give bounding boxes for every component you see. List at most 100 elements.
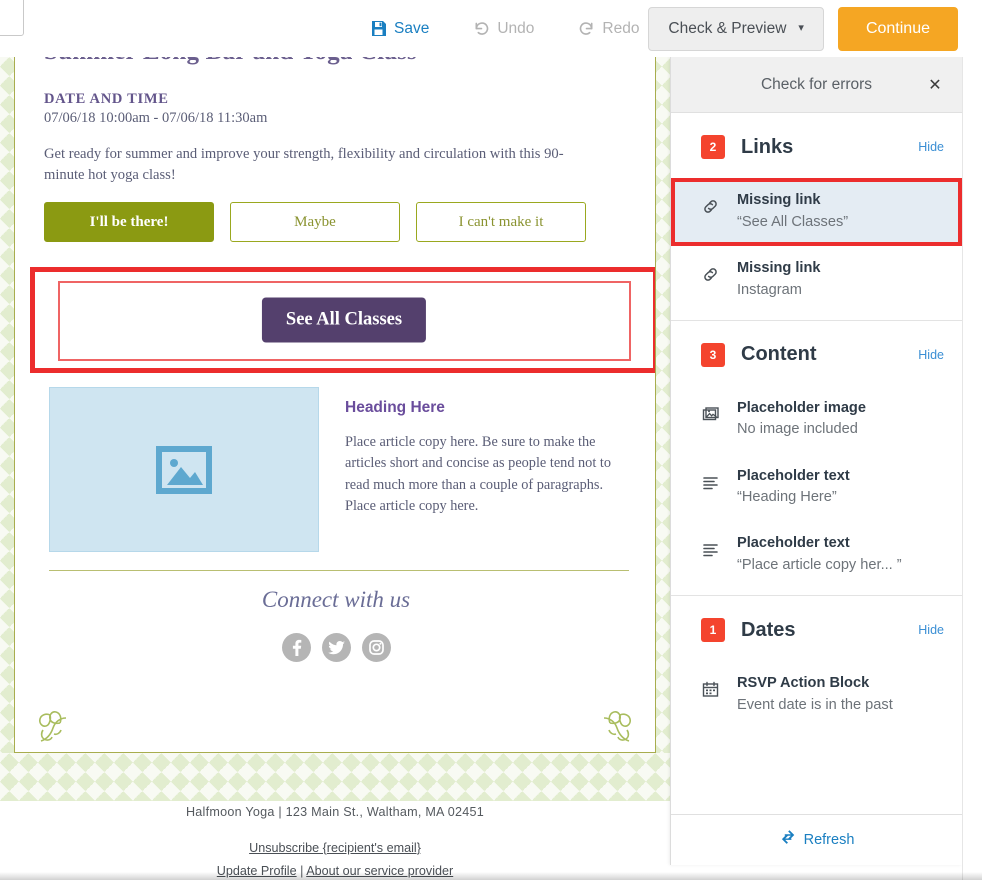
error-item-placeholder-text-article[interactable]: Placeholder text “Place article copy her… bbox=[671, 521, 962, 590]
redo-button[interactable]: Redo bbox=[556, 9, 661, 49]
error-item-text: Missing link “See All Classes” bbox=[737, 191, 848, 233]
article-body: Place article copy here. Be sure to make… bbox=[345, 434, 612, 515]
save-button[interactable]: Save bbox=[348, 9, 451, 49]
email-background-pattern-bottom bbox=[0, 753, 670, 801]
undo-icon bbox=[473, 20, 490, 37]
error-item-text: RSVP Action Block Event date is in the p… bbox=[737, 674, 893, 716]
undo-button[interactable]: Undo bbox=[451, 9, 556, 49]
undo-label: Undo bbox=[497, 19, 535, 37]
email-blurb: Get ready for summer and improve your st… bbox=[44, 146, 564, 184]
instagram-icon[interactable] bbox=[361, 633, 391, 662]
error-item-subtitle: “Heading Here” bbox=[737, 489, 837, 506]
article-heading: Heading Here bbox=[345, 399, 445, 416]
panel-scroll-region: 2 Links Hide Missing link “See All Class… bbox=[671, 113, 962, 813]
save-label: Save bbox=[394, 19, 430, 37]
error-item-title: RSVP Action Block bbox=[737, 675, 870, 692]
dates-section-title: Dates bbox=[741, 618, 796, 641]
section-header-links: 2 Links Hide bbox=[671, 113, 962, 178]
email-content-top: Summer Long Bar and Yoga Class DATE AND … bbox=[15, 57, 655, 243]
error-item-title: Missing link bbox=[737, 192, 821, 208]
placeholder-image[interactable] bbox=[49, 387, 319, 552]
article-block: Heading Here Place article copy here. Be… bbox=[49, 387, 629, 552]
app-root: Save Undo Redo Check & Preview ▾ Continu… bbox=[0, 0, 982, 880]
email-footer: Halfmoon Yoga | 123 Main St., Waltham, M… bbox=[0, 805, 670, 880]
error-item-subtitle: Instagram bbox=[737, 281, 802, 298]
dates-count-badge: 1 bbox=[701, 618, 725, 643]
divider-rule bbox=[49, 570, 629, 571]
dates-hide-link[interactable]: Hide bbox=[918, 623, 944, 637]
unsubscribe-link[interactable]: Unsubscribe {recipient's email} bbox=[249, 841, 421, 855]
image-placeholder-icon bbox=[156, 445, 212, 494]
footer-address: Halfmoon Yoga | 123 Main St., Waltham, M… bbox=[185, 805, 485, 819]
redo-label: Redo bbox=[602, 19, 640, 37]
email-title-clipped: Summer Long Bar and Yoga Class bbox=[44, 57, 626, 77]
toolbar-action-group: Save Undo Redo bbox=[348, 0, 661, 57]
rsvp-button-row: I'll be there! Maybe I can't make it bbox=[44, 202, 626, 243]
vine-flourish-left-icon bbox=[37, 699, 83, 750]
error-item-text: Placeholder image No image included bbox=[737, 399, 866, 441]
calendar-icon bbox=[701, 680, 727, 699]
see-all-classes-block-highlight[interactable]: See All Classes bbox=[30, 267, 655, 373]
error-item-subtitle: Event date is in the past bbox=[737, 696, 893, 713]
see-all-classes-button[interactable]: See All Classes bbox=[261, 297, 427, 343]
error-item-title: Placeholder text bbox=[737, 467, 850, 484]
continue-button[interactable]: Continue bbox=[837, 6, 958, 51]
error-item-placeholder-image[interactable]: Placeholder image No image included bbox=[671, 385, 962, 454]
refresh-button[interactable]: Refresh bbox=[671, 814, 963, 865]
error-item-text: Placeholder text “Place article copy her… bbox=[737, 534, 902, 576]
twitter-icon[interactable] bbox=[321, 633, 351, 662]
text-lines-icon bbox=[701, 473, 727, 492]
error-item-text: Missing link Instagram bbox=[737, 259, 821, 301]
check-for-errors-panel: Check for errors ✕ 2 Links Hide Missing … bbox=[670, 57, 963, 865]
content-count-badge: 3 bbox=[701, 342, 725, 367]
rsvp-maybe-button[interactable]: Maybe bbox=[230, 202, 400, 243]
date-and-time-label: DATE AND TIME bbox=[44, 91, 169, 107]
email-body: Summer Long Bar and Yoga Class DATE AND … bbox=[14, 57, 656, 753]
error-item-subtitle: “Place article copy her... ” bbox=[737, 557, 902, 574]
error-item-missing-link-see-all-classes[interactable]: Missing link “See All Classes” bbox=[671, 178, 962, 246]
rsvp-yes-button[interactable]: I'll be there! bbox=[44, 202, 214, 243]
article-text: Heading Here Place article copy here. Be… bbox=[345, 387, 617, 552]
close-icon[interactable]: ✕ bbox=[922, 72, 948, 98]
social-icons-row bbox=[15, 633, 655, 662]
links-count-badge: 2 bbox=[701, 135, 725, 159]
refresh-label: Refresh bbox=[803, 832, 855, 848]
links-section-title: Links bbox=[741, 135, 794, 158]
connect-with-us-heading: Connect with us bbox=[261, 587, 411, 612]
section-header-dates: 1 Dates Hide bbox=[671, 596, 962, 662]
link-icon bbox=[701, 265, 727, 284]
check-and-preview-button[interactable]: Check & Preview ▾ bbox=[648, 6, 824, 51]
page-right-edge bbox=[962, 0, 982, 880]
error-item-text: Placeholder text “Heading Here” bbox=[737, 467, 850, 509]
page-bottom-shadow bbox=[0, 872, 982, 880]
link-icon bbox=[701, 197, 727, 216]
error-item-placeholder-text-heading[interactable]: Placeholder text “Heading Here” bbox=[671, 453, 962, 522]
section-header-content: 3 Content Hide bbox=[671, 320, 962, 386]
chevron-down-icon: ▾ bbox=[798, 22, 804, 34]
error-item-title: Placeholder text bbox=[737, 535, 850, 552]
text-lines-icon bbox=[701, 540, 727, 559]
facebook-icon[interactable] bbox=[281, 633, 311, 662]
error-item-title: Missing link bbox=[737, 259, 821, 276]
error-item-rsvp-action-block[interactable]: RSVP Action Block Event date is in the p… bbox=[671, 661, 962, 730]
redo-icon bbox=[578, 20, 595, 37]
email-preview-canvas: Summer Long Bar and Yoga Class DATE AND … bbox=[0, 57, 670, 880]
rsvp-no-button[interactable]: I can't make it bbox=[416, 202, 586, 243]
refresh-icon bbox=[780, 829, 797, 851]
floppy-save-icon bbox=[370, 20, 387, 37]
error-item-subtitle: No image included bbox=[737, 421, 858, 438]
vine-flourish-right-icon bbox=[587, 699, 633, 750]
panel-header: Check for errors ✕ bbox=[671, 57, 962, 113]
content-section-title: Content bbox=[741, 343, 817, 366]
check-and-preview-label: Check & Preview bbox=[668, 19, 787, 37]
toolbar-left-panel-stub bbox=[0, 0, 24, 36]
panel-title: Check for errors bbox=[760, 75, 873, 93]
error-item-missing-link-instagram[interactable]: Missing link Instagram bbox=[671, 245, 962, 314]
content-hide-link[interactable]: Hide bbox=[918, 348, 944, 362]
toolbar-primary-actions: Check & Preview ▾ Continue bbox=[648, 0, 958, 57]
top-toolbar: Save Undo Redo Check & Preview ▾ Continu… bbox=[0, 0, 982, 57]
error-item-subtitle: “See All Classes” bbox=[737, 213, 849, 230]
links-hide-link[interactable]: Hide bbox=[918, 140, 944, 154]
date-and-time-value: 07/06/18 10:00am - 07/06/18 11:30am bbox=[44, 110, 268, 126]
email-title-text: Summer Long Bar and Yoga Class bbox=[44, 57, 417, 66]
